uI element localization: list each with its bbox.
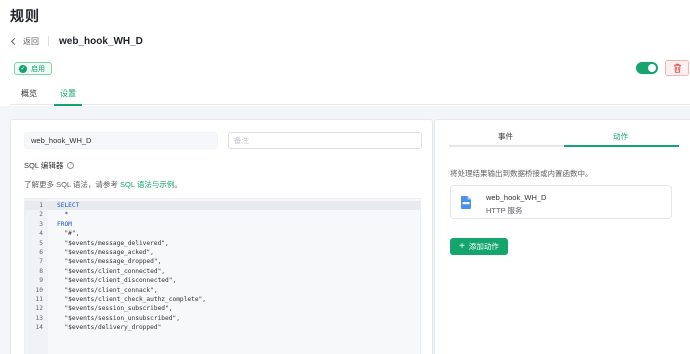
code-line: 11 "$events/client_check_authz_complete"… xyxy=(25,295,420,304)
line-number: 3 xyxy=(39,220,43,228)
line-number: 13 xyxy=(35,314,43,322)
rule-outputs-card: 事件 动作 将处理结果输出到数据桥接或内置函数中。 web_hook_WH_D … xyxy=(434,119,690,354)
question-circle-icon[interactable]: ? xyxy=(67,162,75,169)
line-number: 8 xyxy=(39,267,43,275)
status-label: 启用 xyxy=(31,65,45,73)
code-text: * xyxy=(57,211,69,219)
tab-overview[interactable]: 概览 xyxy=(21,88,37,105)
line-number: 1 xyxy=(39,202,43,209)
code-text: "$events/message_dropped", xyxy=(57,258,162,266)
sql-syntax-link[interactable]: SQL 语法与示例 xyxy=(120,180,174,189)
plus-icon: + xyxy=(459,240,465,252)
code-line: 12 "$events/session_subscribed", xyxy=(25,304,420,313)
divider xyxy=(48,36,49,46)
rule-name-input[interactable]: web_hook_WH_D xyxy=(24,132,218,149)
delete-button[interactable] xyxy=(665,60,689,76)
back-button[interactable]: 返回 xyxy=(10,36,39,47)
add-action-button[interactable]: + 添加动作 xyxy=(450,238,508,255)
code-text: SELECT xyxy=(57,202,80,209)
page-title: 规则 xyxy=(10,8,40,24)
action-name: web_hook_WH_D xyxy=(486,193,547,202)
code-text: "$events/client_disconnected", xyxy=(57,277,177,285)
tab-settings[interactable]: 设置 xyxy=(54,88,82,106)
code-line: 2 * xyxy=(25,210,420,219)
line-number: 10 xyxy=(35,286,43,294)
line-number: 5 xyxy=(39,239,43,247)
sql-hint: 了解更多 SQL 语法，请参考 SQL 语法与示例。 xyxy=(24,179,182,190)
check-circle-icon: ✓ xyxy=(19,64,27,73)
line-number: 4 xyxy=(39,230,43,238)
code-text: "$events/message_delivered", xyxy=(57,239,169,247)
line-number: 12 xyxy=(35,305,43,313)
sql-hint-prefix: 了解更多 SQL 语法，请参考 xyxy=(24,180,118,189)
output-description: 将处理结果输出到数据桥接或内置函数中。 xyxy=(450,169,593,178)
rule-sql-card: web_hook_WH_D 备注 SQL 编辑器 ? 了解更多 SQL 语法，请… xyxy=(10,119,433,354)
code-line: 9 "$events/client_disconnected", xyxy=(25,276,420,285)
sql-editor-label: SQL 编辑器 ? xyxy=(24,160,75,171)
toggle-knob xyxy=(648,64,656,72)
line-number: 6 xyxy=(39,249,43,256)
tabs: 概览 设置 xyxy=(10,88,690,106)
code-text: "$events/session_subscribed", xyxy=(57,305,173,313)
code-line: 14 "$events/delivery_dropped" xyxy=(25,323,420,332)
code-text: "$events/client_connack", xyxy=(57,286,158,294)
tab-actions[interactable]: 动作 xyxy=(564,131,677,142)
code-line: 10 "$events/client_connack", xyxy=(25,286,420,295)
code-line: 5 "$events/message_delivered", xyxy=(25,239,420,248)
outputs-tabs: 事件 动作 xyxy=(449,128,679,147)
code-text: FROM xyxy=(57,220,72,228)
sql-editor-label-text: SQL 编辑器 xyxy=(24,161,64,170)
code-text: "$events/delivery_dropped" xyxy=(57,324,162,332)
status-badge: ✓ 启用 xyxy=(14,62,52,75)
active-tab-indicator xyxy=(564,145,679,147)
code-line: 3 FROM xyxy=(25,220,420,229)
action-item[interactable]: web_hook_WH_D HTTP 服务 xyxy=(450,185,672,219)
back-label: 返回 xyxy=(23,36,39,46)
line-number: 11 xyxy=(35,296,43,303)
code-line: 7 "$events/message_dropped", xyxy=(25,257,420,266)
code-text: "#", xyxy=(57,230,80,238)
code-line: 6 "$events/message_acked", xyxy=(25,248,420,257)
line-number: 7 xyxy=(39,258,43,266)
code-text: "$events/message_acked", xyxy=(57,249,154,256)
line-number: 2 xyxy=(39,211,43,219)
header-bar: 返回 web_hook_WH_D xyxy=(10,34,143,48)
sql-editor[interactable]: 1 SELECT 2 * 3 FROM 4 "#", 5 "$events/message_… xyxy=(24,198,421,354)
rule-name: web_hook_WH_D xyxy=(59,35,143,47)
sql-hint-suffix: 。 xyxy=(174,180,182,189)
chevron-left-icon xyxy=(10,37,19,45)
code-text: "$events/client_check_authz_complete", xyxy=(57,296,207,303)
code-text: "$events/session_unsubscribed", xyxy=(57,314,180,322)
http-file-icon xyxy=(461,196,471,209)
trash-icon xyxy=(673,63,681,73)
note-input[interactable]: 备注 xyxy=(228,132,422,149)
code-text: "$events/client_connected", xyxy=(57,267,166,275)
tab-events[interactable]: 事件 xyxy=(449,131,562,142)
code-line: 4 "#", xyxy=(25,229,420,238)
action-type: HTTP 服务 xyxy=(486,206,523,215)
enable-toggle[interactable] xyxy=(636,62,658,74)
code-line: 8 "$events/client_connected", xyxy=(25,267,420,276)
add-action-label: 添加动作 xyxy=(468,242,499,251)
code-line: 1 SELECT xyxy=(25,201,420,211)
line-number: 14 xyxy=(35,324,43,332)
code-line: 13 "$events/session_unsubscribed", xyxy=(25,314,420,323)
line-number: 9 xyxy=(39,277,43,285)
